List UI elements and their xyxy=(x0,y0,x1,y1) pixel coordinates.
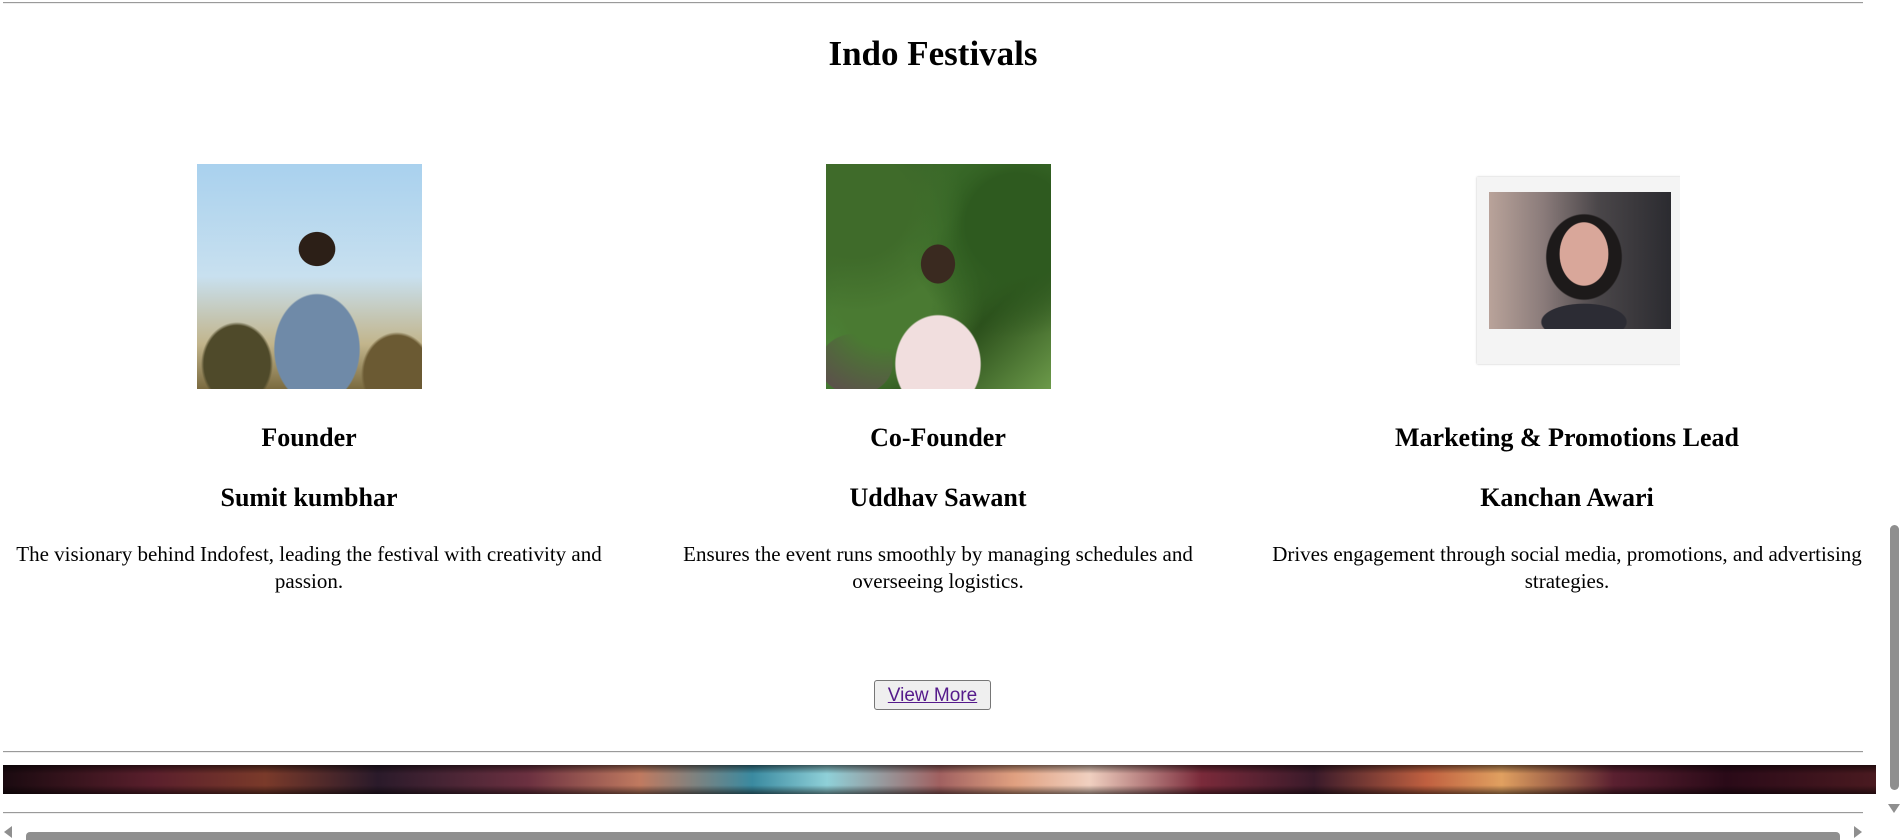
team-section: Founder Sumit kumbhar The visionary behi… xyxy=(10,164,1866,595)
member-description: Drives engagement through social media, … xyxy=(1272,542,1862,593)
member-role: Marketing & Promotions Lead xyxy=(1395,423,1739,452)
member-role: Co-Founder xyxy=(870,423,1006,452)
page-title: Indo Festivals xyxy=(828,34,1038,73)
polaroid-frame xyxy=(1476,177,1680,364)
member-description: Ensures the event runs smoothly by manag… xyxy=(683,542,1193,593)
top-divider xyxy=(3,2,1863,4)
member-role: Founder xyxy=(261,423,357,452)
member-photo-wrapper xyxy=(639,164,1237,389)
decorative-banner-image xyxy=(3,765,1876,794)
scroll-left-arrow-icon[interactable] xyxy=(4,826,12,838)
team-member-card: Marketing & Promotions Lead Kanchan Awar… xyxy=(1268,164,1866,595)
member-name: Uddhav Sawant xyxy=(849,483,1027,512)
vertical-scrollbar-thumb[interactable] xyxy=(1890,525,1899,790)
bottom-divider xyxy=(3,751,1863,753)
scroll-down-arrow-icon[interactable] xyxy=(1888,804,1900,813)
member-name: Sumit kumbhar xyxy=(220,483,398,512)
horizontal-scrollbar-thumb[interactable] xyxy=(26,832,1840,840)
team-member-card: Co-Founder Uddhav Sawant Ensures the eve… xyxy=(639,164,1237,595)
founder-photo xyxy=(196,164,422,389)
page-viewport: Indo Festivals Founder Sumit kumbhar The… xyxy=(0,0,1903,840)
scroll-right-arrow-icon[interactable] xyxy=(1854,826,1862,838)
vertical-scrollbar[interactable] xyxy=(1886,0,1903,823)
footer-divider xyxy=(3,812,1863,814)
member-photo-wrapper xyxy=(1268,164,1866,389)
view-more-button[interactable]: View More xyxy=(874,680,991,710)
member-photo-wrapper xyxy=(10,164,608,389)
marketing-lead-photo xyxy=(1454,164,1680,389)
co-founder-photo xyxy=(825,164,1051,389)
member-name: Kanchan Awari xyxy=(1480,483,1654,512)
horizontal-scrollbar[interactable] xyxy=(0,823,1886,840)
polaroid-picture xyxy=(1488,192,1671,329)
member-description: The visionary behind Indofest, leading t… xyxy=(16,542,602,593)
team-member-card: Founder Sumit kumbhar The visionary behi… xyxy=(10,164,608,595)
